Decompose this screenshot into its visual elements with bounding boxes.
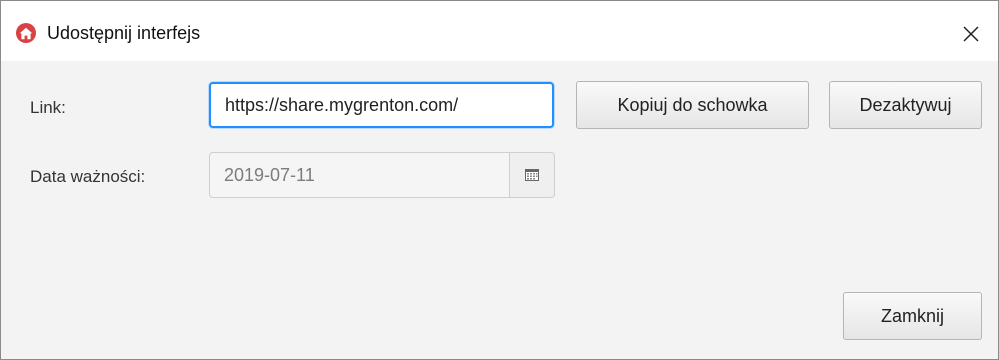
copy-to-clipboard-button[interactable]: Kopiuj do schowka xyxy=(576,81,809,129)
deactivate-button[interactable]: Dezaktywuj xyxy=(829,81,982,129)
calendar-icon xyxy=(525,169,539,181)
share-interface-dialog: Udostępnij interfejs Link: Kopiuj do sch… xyxy=(0,0,999,360)
close-icon xyxy=(963,26,979,42)
link-label: Link: xyxy=(30,98,66,117)
expiry-date-input[interactable] xyxy=(209,152,511,198)
window-title: Udostępnij interfejs xyxy=(47,23,201,43)
home-icon xyxy=(16,23,36,43)
close-window-button[interactable] xyxy=(956,19,986,49)
expiry-date-label: Data ważności: xyxy=(30,167,146,186)
title-bar: Udostępnij interfejs xyxy=(1,1,998,61)
calendar-picker-button[interactable] xyxy=(509,152,555,198)
link-input[interactable] xyxy=(209,82,554,128)
close-dialog-button[interactable]: Zamknij xyxy=(843,292,982,340)
